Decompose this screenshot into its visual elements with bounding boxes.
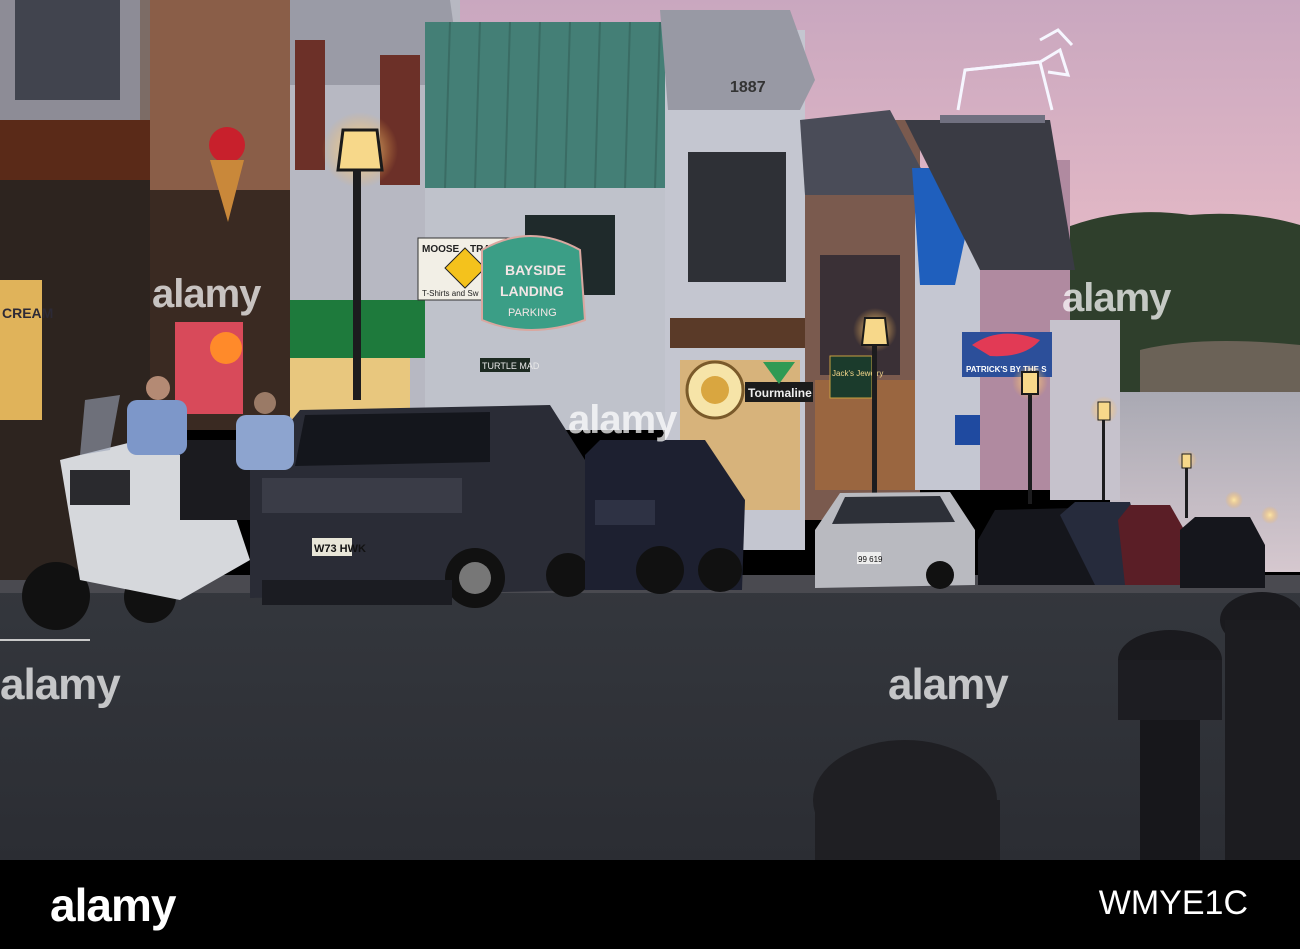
- bayside-landing-sign: BAYSIDE LANDING PARKING: [481, 235, 587, 331]
- tourmaline-text: Tourmaline: [748, 386, 812, 400]
- year-sign: 1887: [730, 79, 766, 96]
- moose-line1: MOOSE: [422, 244, 460, 255]
- silver-sedan: 99 619: [815, 492, 975, 589]
- silver-plate: 99 619: [858, 555, 883, 564]
- bayside-line1: BAYSIDE: [505, 262, 566, 278]
- bayside-line2: LANDING: [500, 283, 564, 299]
- gold-round-sign: [685, 360, 745, 420]
- watermark: alamy: [1062, 276, 1171, 320]
- ice-cream-cone-sign: [209, 127, 245, 163]
- watermark: alamy: [568, 398, 677, 442]
- turtle-sign-text: TURTLE MAD: [482, 361, 540, 371]
- alamy-logo[interactable]: alamy: [50, 878, 176, 932]
- dark-suv: W73 HWK: [250, 405, 590, 608]
- suv-plate: W73 HWK: [314, 543, 366, 555]
- turtle-sign: TURTLE MAD: [480, 358, 540, 372]
- bayside-line3: PARKING: [508, 307, 557, 319]
- footer-bar: alamy WMYE1C: [0, 860, 1300, 949]
- cream-sign-text: CREAM: [2, 305, 53, 321]
- watermark: alamy: [0, 660, 121, 709]
- moose-line3: T-Shirts and Sw: [422, 289, 479, 298]
- road: [0, 585, 1300, 860]
- watermark: alamy: [152, 272, 261, 316]
- watermark: alamy: [888, 660, 1009, 709]
- image-id: WMYE1C: [1098, 884, 1248, 922]
